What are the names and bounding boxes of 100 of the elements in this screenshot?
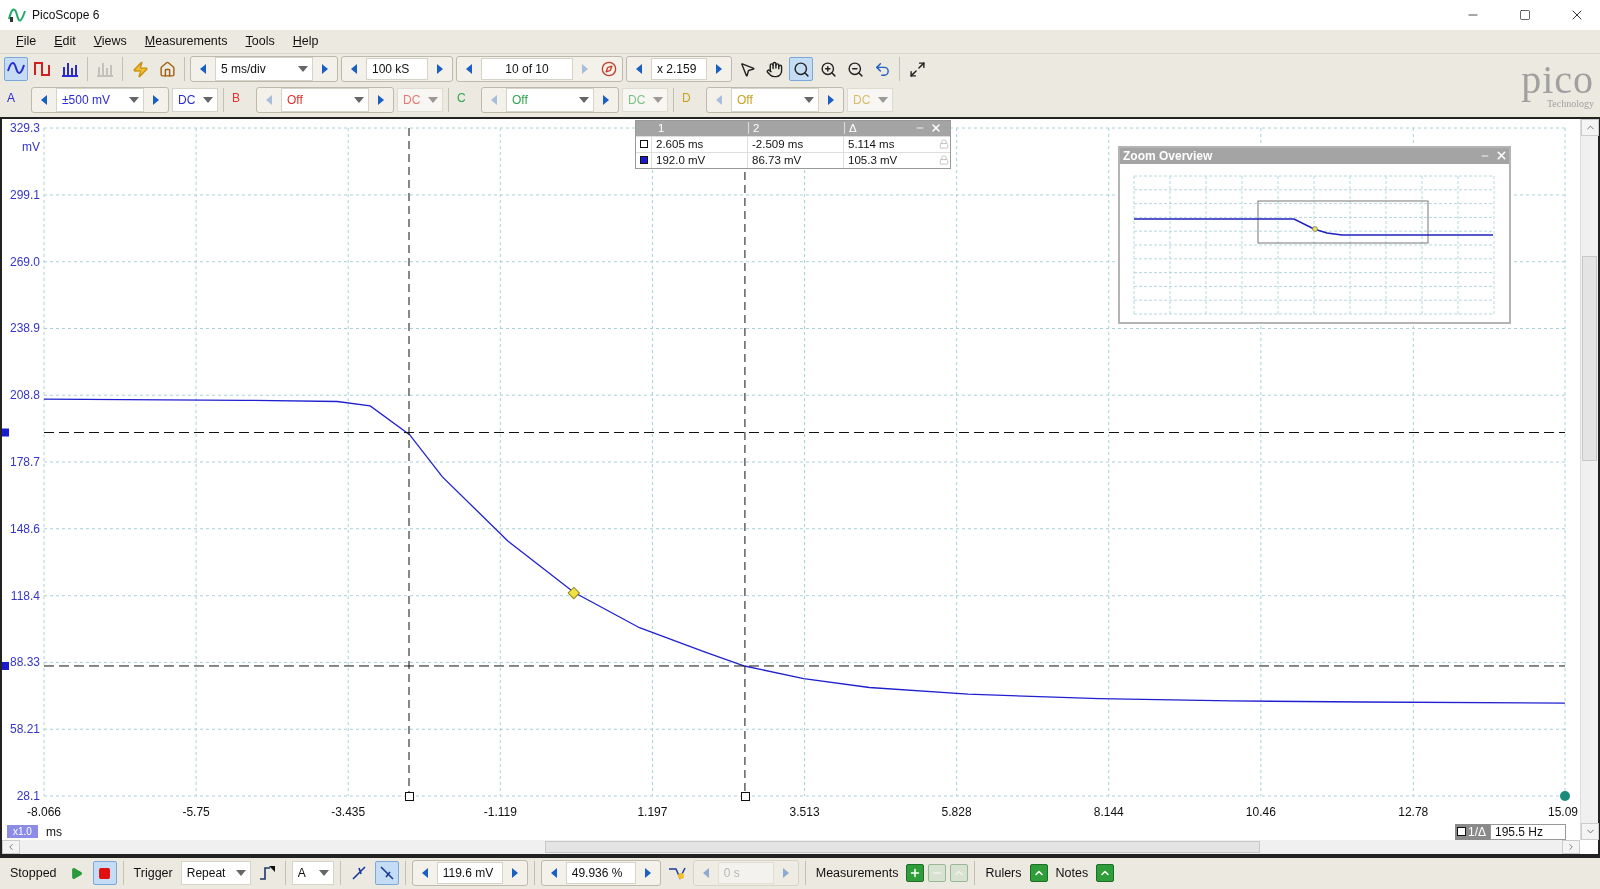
expand-icon: [908, 60, 926, 78]
y-axis-label: 118.4: [10, 588, 40, 603]
window-title: PicoScope 6: [32, 8, 101, 22]
menu-item[interactable]: Measurements: [136, 32, 236, 51]
column-header: 2: [748, 122, 844, 135]
y-axis-label: 58.21: [9, 721, 40, 736]
y-axis-label: 88.33: [9, 654, 40, 669]
y-axis-label: 329.3: [9, 120, 40, 135]
maximize-icon: [1519, 9, 1531, 21]
axis-handle[interactable]: [1560, 790, 1570, 801]
x-axis-label: 15.09: [1547, 804, 1578, 819]
pointer-icon: [738, 60, 756, 78]
right-arrow-icon: [826, 93, 836, 108]
x-unit-label: ms: [45, 824, 62, 839]
x-axis-label: -1.119: [483, 804, 517, 819]
trigger-mode-dropdown[interactable]: Repeat: [180, 861, 251, 886]
right-arrow-icon: [601, 93, 611, 108]
value-field[interactable]: 100 kS: [366, 58, 428, 81]
x-axis-label: 8.144: [1093, 804, 1124, 819]
right-arrow-icon: [320, 62, 330, 77]
column-header: 1: [657, 122, 666, 135]
scroll-up-button[interactable]: [1581, 118, 1599, 136]
x-axis-label: 12.78: [1398, 804, 1429, 819]
horizontal-scrollbar[interactable]: [2, 839, 1580, 854]
x-axis-label: -8.066: [27, 804, 61, 819]
rulers-button[interactable]: [1029, 864, 1048, 883]
value-field[interactable]: 119.6 mV: [436, 862, 503, 885]
left-arrow-icon: [39, 93, 49, 108]
ruler-handle[interactable]: [405, 791, 414, 801]
tool-button[interactable]: [789, 57, 813, 82]
caret-icon: [203, 97, 213, 104]
close-icon: [930, 122, 942, 135]
home-icon: [158, 60, 176, 78]
x-axis-label: -3.435: [331, 804, 366, 819]
left-arrow-icon: [464, 62, 474, 77]
time-ruler[interactable]: [744, 171, 746, 793]
run-state: Stopped: [9, 866, 58, 881]
ruler-handle[interactable]: [740, 791, 750, 801]
table-cell: 2.605 ms: [651, 136, 747, 153]
value-field[interactable]: 49.936 %: [565, 862, 636, 885]
vertical-scrollbar[interactable]: [1580, 118, 1598, 840]
y-axis-label: 208.8: [9, 387, 40, 402]
measurements-label: Measurements: [814, 866, 900, 881]
stop-button[interactable]: [92, 861, 117, 886]
y-unit-label: mV: [22, 139, 40, 154]
view-mode-button[interactable]: [4, 57, 28, 82]
trigger-label: Trigger: [132, 866, 174, 881]
right-arrow-icon: [509, 866, 520, 881]
signal-ruler[interactable]: [2, 428, 1566, 437]
range-dropdown[interactable]: ±500 mV: [56, 88, 144, 113]
y-axis-label: 178.7: [9, 454, 40, 469]
caret-icon: [129, 97, 139, 104]
column-header: Δ: [844, 122, 912, 135]
trigger-marker[interactable]: [567, 586, 580, 599]
menu-item[interactable]: Tools: [237, 32, 283, 51]
time-ruler[interactable]: [408, 127, 410, 793]
scale-badge: x1.0: [7, 825, 38, 839]
caret-icon: [235, 870, 246, 877]
menu-item[interactable]: Views: [85, 32, 135, 51]
left-arrow-icon: [349, 62, 359, 77]
measurement-button[interactable]: [906, 864, 925, 883]
left-arrow-icon: [714, 93, 724, 108]
channel-button[interactable]: A: [4, 88, 28, 113]
right-arrow-icon: [642, 866, 653, 881]
right-arrow-icon: [580, 62, 590, 77]
scroll-thumb[interactable]: [545, 840, 1260, 853]
menu-item[interactable]: Edit: [46, 32, 84, 51]
menu-item[interactable]: Help: [284, 32, 327, 51]
range-dropdown[interactable]: Off: [281, 88, 369, 113]
notes-button[interactable]: [1096, 864, 1115, 883]
x-axis-label: -5.75: [182, 804, 210, 819]
compass-icon: [601, 61, 617, 78]
scroll-thumb[interactable]: [1582, 255, 1597, 461]
left-arrow-icon: [264, 93, 274, 108]
table-cell: 192.0 mV: [651, 152, 747, 169]
right-arrow-icon: [780, 866, 791, 881]
scroll-right-button[interactable]: [1562, 839, 1580, 854]
left-arrow-icon: [489, 93, 499, 108]
channel-button[interactable]: B: [229, 88, 253, 113]
value-field[interactable]: x 2.159: [651, 58, 707, 81]
menu-item[interactable]: File: [8, 32, 45, 51]
left-arrow-icon: [198, 62, 208, 77]
left-arrow-icon: [634, 62, 644, 77]
x-axis-label: 1.197: [637, 804, 668, 819]
coupling-dropdown[interactable]: DC: [172, 88, 218, 113]
right-arrow-icon: [376, 93, 386, 108]
time-ruler-icon: [640, 140, 648, 149]
caret-icon: [354, 97, 364, 104]
panel-title: Zoom Overview: [1123, 149, 1214, 163]
caret-icon: [579, 97, 589, 104]
plus-icon: [909, 867, 922, 880]
trigger-source-dropdown[interactable]: A: [291, 861, 334, 886]
x-axis-label: 5.828: [941, 804, 972, 819]
caret-icon: [878, 97, 888, 104]
value-field[interactable]: 10 of 10: [481, 58, 573, 81]
logo-tagline: Technology: [1546, 97, 1594, 109]
timebase-dropdown[interactable]: 5 ms/div: [215, 57, 313, 82]
zoom-in-icon: [819, 60, 837, 78]
hand-icon: [765, 60, 783, 78]
edge-button[interactable]: [374, 861, 399, 886]
